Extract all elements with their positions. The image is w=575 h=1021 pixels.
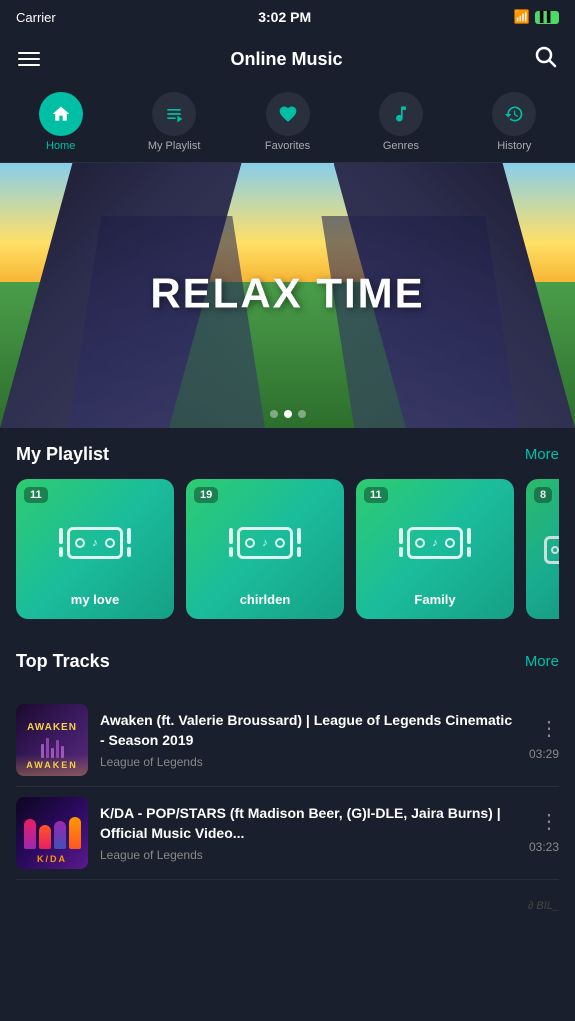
genres-icon xyxy=(379,92,423,136)
status-icons: 📶 ▌▌ xyxy=(514,9,559,25)
hero-dot-3 xyxy=(298,410,306,418)
playlist-card-badge-1: 11 xyxy=(24,487,48,503)
menu-button[interactable] xyxy=(18,52,40,66)
logo-text: ∂ BIL_ xyxy=(528,900,559,912)
wifi-icon: 📶 xyxy=(514,9,530,25)
track-info-awaken: Awaken (ft. Valerie Broussard) | League … xyxy=(100,711,517,768)
track-more-awaken[interactable]: ⋮ xyxy=(539,719,559,739)
hero-banner: RELAX TIME xyxy=(0,163,575,428)
track-right-kda: ⋮ 03:23 xyxy=(529,812,559,854)
track-right-awaken: ⋮ 03:29 xyxy=(529,719,559,761)
tab-favorites[interactable]: Favorites xyxy=(231,84,344,162)
track-thumb-awaken: AWAKEN xyxy=(16,704,88,776)
playlist-card-name-1: my love xyxy=(71,592,119,607)
playlist-card-my-love[interactable]: 11 ♪ m xyxy=(16,479,174,619)
tab-genres-label: Genres xyxy=(383,140,419,152)
playlist-icon xyxy=(152,92,196,136)
track-artist-awaken: League of Legends xyxy=(100,755,517,769)
playlist-card-badge-4: 8 xyxy=(534,487,552,503)
track-artist-kda: League of Legends xyxy=(100,848,517,862)
tab-home[interactable]: Home xyxy=(4,84,117,162)
nav-tabs: Home My Playlist Favorites Genres Histor… xyxy=(0,84,575,163)
top-tracks-title: Top Tracks xyxy=(16,651,110,672)
playlist-card-extra[interactable]: 8 ♪ xyxy=(526,479,559,619)
track-title-awaken: Awaken (ft. Valerie Broussard) | League … xyxy=(100,711,517,750)
track-title-kda: K/DA - POP/STARS (ft Madison Beer, (G)I-… xyxy=(100,804,517,843)
playlist-section-title: My Playlist xyxy=(16,444,109,465)
track-thumb-kda: K/DA xyxy=(16,797,88,869)
search-button[interactable] xyxy=(533,44,557,74)
app-logo: ∂ BIL_ xyxy=(0,892,575,928)
playlist-card-badge-3: 11 xyxy=(364,487,388,503)
playlist-section: My Playlist More 11 ♪ xyxy=(0,428,575,635)
track-item-awaken[interactable]: AWAKEN Awaken (ft. Valerie Broussard) | … xyxy=(16,694,559,787)
track-info-kda: K/DA - POP/STARS (ft Madison Beer, (G)I-… xyxy=(100,804,517,861)
playlist-card-name-3: Family xyxy=(414,592,455,607)
menu-line-3 xyxy=(18,64,40,66)
tab-playlist[interactable]: My Playlist xyxy=(117,84,230,162)
playlist-more-button[interactable]: More xyxy=(525,446,559,463)
playlist-scroll: 11 ♪ m xyxy=(16,479,559,627)
history-icon xyxy=(492,92,536,136)
battery-icon: ▌▌ xyxy=(535,11,559,24)
playlist-card-chirlden[interactable]: 19 ♪ c xyxy=(186,479,344,619)
top-tracks-section: Top Tracks More xyxy=(0,635,575,694)
app-title: Online Music xyxy=(230,49,342,70)
track-more-kda[interactable]: ⋮ xyxy=(539,812,559,832)
home-icon xyxy=(39,92,83,136)
menu-line-2 xyxy=(18,58,40,60)
playlist-section-header: My Playlist More xyxy=(16,444,559,465)
hero-title: RELAX TIME xyxy=(150,269,424,317)
tab-favorites-label: Favorites xyxy=(265,140,310,152)
tab-playlist-label: My Playlist xyxy=(148,140,201,152)
playlist-card-name-2: chirlden xyxy=(240,592,291,607)
track-list: AWAKEN Awaken (ft. Valerie Broussard) | … xyxy=(0,694,575,892)
hero-dot-1 xyxy=(270,410,278,418)
hero-dots xyxy=(270,410,306,418)
tab-history-label: History xyxy=(497,140,531,152)
top-tracks-section-header: Top Tracks More xyxy=(16,651,559,672)
status-bar: Carrier 3:02 PM 📶 ▌▌ xyxy=(0,0,575,34)
menu-line-1 xyxy=(18,52,40,54)
top-tracks-more-button[interactable]: More xyxy=(525,653,559,670)
track-item-kda[interactable]: K/DA K/DA - POP/STARS (ft Madison Beer, … xyxy=(16,787,559,880)
tab-history[interactable]: History xyxy=(458,84,571,162)
carrier-label: Carrier xyxy=(16,10,56,25)
tab-genres[interactable]: Genres xyxy=(344,84,457,162)
time-label: 3:02 PM xyxy=(258,9,311,25)
app-header: Online Music xyxy=(0,34,575,84)
hero-dot-2[interactable] xyxy=(284,410,292,418)
playlist-card-badge-2: 19 xyxy=(194,487,218,503)
tab-home-label: Home xyxy=(46,140,75,152)
track-duration-awaken: 03:29 xyxy=(529,747,559,761)
track-duration-kda: 03:23 xyxy=(529,840,559,854)
playlist-card-family[interactable]: 11 ♪ F xyxy=(356,479,514,619)
favorites-icon xyxy=(266,92,310,136)
